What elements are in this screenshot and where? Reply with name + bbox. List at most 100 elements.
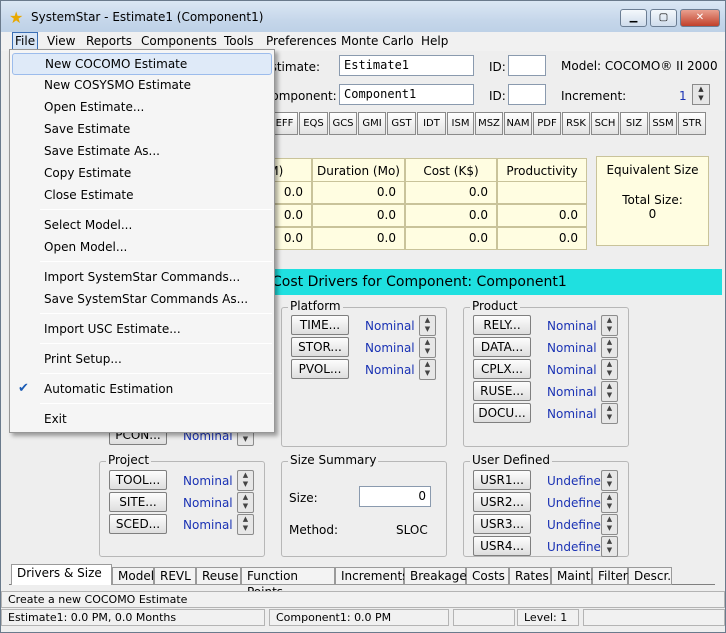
estimate-name-input[interactable]: Estimate1 [339, 55, 474, 76]
product-driver-spinner[interactable]: ▲ ▼ [601, 315, 618, 336]
file-menu-item-new-cocomo-estimate[interactable]: New COCOMO Estimate [12, 53, 272, 75]
file-menu-item-import-usc-estimate[interactable]: Import USC Estimate... [12, 319, 272, 341]
user_defined-usr1-button[interactable]: USR1... [473, 470, 531, 490]
tab-breakage[interactable]: Breakage [404, 567, 467, 585]
user_defined-usr4-button[interactable]: USR4... [473, 536, 531, 556]
platform-driver-spinner[interactable]: ▲ ▼ [419, 337, 436, 358]
menu-monte-carlo[interactable]: Monte Carlo [341, 34, 414, 48]
file-menu-item-close-estimate[interactable]: Close Estimate [12, 185, 272, 207]
product-ruse-button[interactable]: RUSE... [473, 381, 531, 401]
product-driver-spinner[interactable]: ▲ ▼ [601, 359, 618, 380]
user_defined-driver-spinner[interactable]: ▲ ▼ [601, 536, 618, 557]
toolbar-str-button[interactable]: STR [678, 112, 706, 135]
file-menu-item-open-model[interactable]: Open Model... [12, 237, 272, 259]
file-menu-item-open-estimate[interactable]: Open Estimate... [12, 97, 272, 119]
toolbar-gcs-button[interactable]: GCS [329, 112, 357, 135]
tab-increments[interactable]: Increments [335, 567, 408, 585]
status-line: Create a new COCOMO Estimate [1, 591, 725, 608]
product-driver-spinner[interactable]: ▲ ▼ [601, 403, 618, 424]
tab-revl[interactable]: REVL [154, 567, 196, 585]
platform-stor-button[interactable]: STOR... [291, 337, 349, 357]
tab-model[interactable]: Model [112, 567, 154, 585]
toolbar-gmi-button[interactable]: GMI [358, 112, 386, 135]
tab-maint[interactable]: Maint. [551, 567, 594, 585]
toolbar-msz-button[interactable]: MSZ [475, 112, 503, 135]
toolbar-idt-button[interactable]: IDT [417, 112, 446, 135]
toolbar-eff-button[interactable]: EFF [271, 112, 298, 135]
product-docu-button[interactable]: DOCU... [473, 403, 531, 423]
component-id-input[interactable] [508, 84, 546, 105]
platform-driver-value: Nominal [365, 363, 415, 377]
toolbar-pdf-button[interactable]: PDF [533, 112, 561, 135]
file-menu-item-print-setup[interactable]: Print Setup... [12, 349, 272, 371]
toolbar-ssm-button[interactable]: SSM [649, 112, 677, 135]
file-menu-item-copy-estimate[interactable]: Copy Estimate [12, 163, 272, 185]
menu-reports[interactable]: Reports [86, 34, 132, 48]
file-menu-item-save-systemstar-commands-as[interactable]: Save SystemStar Commands As... [12, 289, 272, 311]
tab-descr[interactable]: Descr. [628, 567, 672, 585]
project-site-button[interactable]: SITE... [109, 492, 167, 512]
file-menu-item-select-model[interactable]: Select Model... [12, 215, 272, 237]
product-driver-value: Nominal [547, 363, 597, 377]
maximize-button[interactable]: ▢ [650, 9, 677, 27]
project-sced-button[interactable]: SCED... [109, 514, 167, 534]
product-driver-spinner[interactable]: ▲ ▼ [601, 381, 618, 402]
toolbar-siz-button[interactable]: SIZ [620, 112, 648, 135]
file-menu-item-automatic-estimation[interactable]: Automatic Estimation [12, 379, 272, 401]
toolbar-eqs-button[interactable]: EQS [299, 112, 328, 135]
menu-file[interactable]: File [12, 32, 39, 50]
estimate-id-input[interactable] [508, 55, 546, 76]
product-cplx-button[interactable]: CPLX... [473, 359, 531, 379]
user_defined-driver-spinner[interactable]: ▲ ▼ [601, 470, 618, 491]
menu-separator [40, 343, 272, 344]
menu-components[interactable]: Components [141, 34, 217, 48]
project-tool-button[interactable]: TOOL... [109, 470, 167, 490]
platform-driver-spinner[interactable]: ▲ ▼ [419, 359, 436, 380]
product-rely-button[interactable]: RELY... [473, 315, 531, 335]
file-menu-item-save-estimate[interactable]: Save Estimate [12, 119, 272, 141]
product-data-button[interactable]: DATA... [473, 337, 531, 357]
tab-costs[interactable]: Costs [466, 567, 509, 585]
tab-reuse[interactable]: Reuse [196, 567, 241, 585]
file-menu-item-save-estimate-as[interactable]: Save Estimate As... [12, 141, 272, 163]
user_defined-driver-spinner[interactable]: ▲ ▼ [601, 492, 618, 513]
toolbar-ism-button[interactable]: ISM [447, 112, 474, 135]
component-name-input[interactable]: Component1 [339, 84, 474, 105]
file-menu-item-exit[interactable]: Exit [12, 409, 272, 431]
platform-time-button[interactable]: TIME... [291, 315, 349, 335]
project-driver-spinner[interactable]: ▲ ▼ [237, 470, 254, 491]
increment-spinner[interactable]: ▲ ▼ [692, 84, 710, 105]
close-button[interactable]: ✕ [680, 9, 720, 27]
tab-function-points[interactable]: Function Points [241, 567, 335, 599]
size-input[interactable]: 0 [359, 486, 431, 507]
file-menu-item-import-systemstar-commands[interactable]: Import SystemStar Commands... [12, 267, 272, 289]
component-id-label: ID: [489, 89, 506, 103]
results-cell: 0.0 [405, 204, 497, 227]
platform-pvol-button[interactable]: PVOL... [291, 359, 349, 379]
tab-rates[interactable]: Rates [509, 567, 551, 585]
platform-driver-spinner[interactable]: ▲ ▼ [419, 315, 436, 336]
toolbar-gst-button[interactable]: GST [387, 112, 416, 135]
project-driver-spinner[interactable]: ▲ ▼ [237, 492, 254, 513]
platform-driver-value: Nominal [365, 319, 415, 333]
user_defined-usr3-button[interactable]: USR3... [473, 514, 531, 534]
user_defined-driver-value: Undefined [547, 474, 609, 488]
menu-preferences[interactable]: Preferences [266, 34, 337, 48]
menu-view[interactable]: View [47, 34, 75, 48]
file-menu-dropdown: New COCOMO Estimate New COSYSMO Estimate O… [9, 49, 275, 433]
project-driver-spinner[interactable]: ▲ ▼ [237, 514, 254, 535]
cost-drivers-banner: Cost Drivers for Component: Component1 [270, 269, 722, 295]
toolbar-nam-button[interactable]: NAM [504, 112, 532, 135]
tab-filter[interactable]: Filter [592, 567, 628, 585]
menu-tools[interactable]: Tools [224, 34, 254, 48]
user_defined-driver-spinner[interactable]: ▲ ▼ [601, 514, 618, 535]
toolbar-rsk-button[interactable]: RSK [562, 112, 590, 135]
minimize-button[interactable]: ▁ [620, 9, 647, 27]
menu-help[interactable]: Help [421, 34, 448, 48]
tab-drivers-size[interactable]: Drivers & Size [11, 564, 112, 585]
user_defined-usr2-button[interactable]: USR2... [473, 492, 531, 512]
product-driver-value: Nominal [547, 385, 597, 399]
file-menu-item-new-cosysmo-estimate[interactable]: New COSYSMO Estimate [12, 75, 272, 97]
toolbar-sch-button[interactable]: SCH [591, 112, 619, 135]
product-driver-spinner[interactable]: ▲ ▼ [601, 337, 618, 358]
